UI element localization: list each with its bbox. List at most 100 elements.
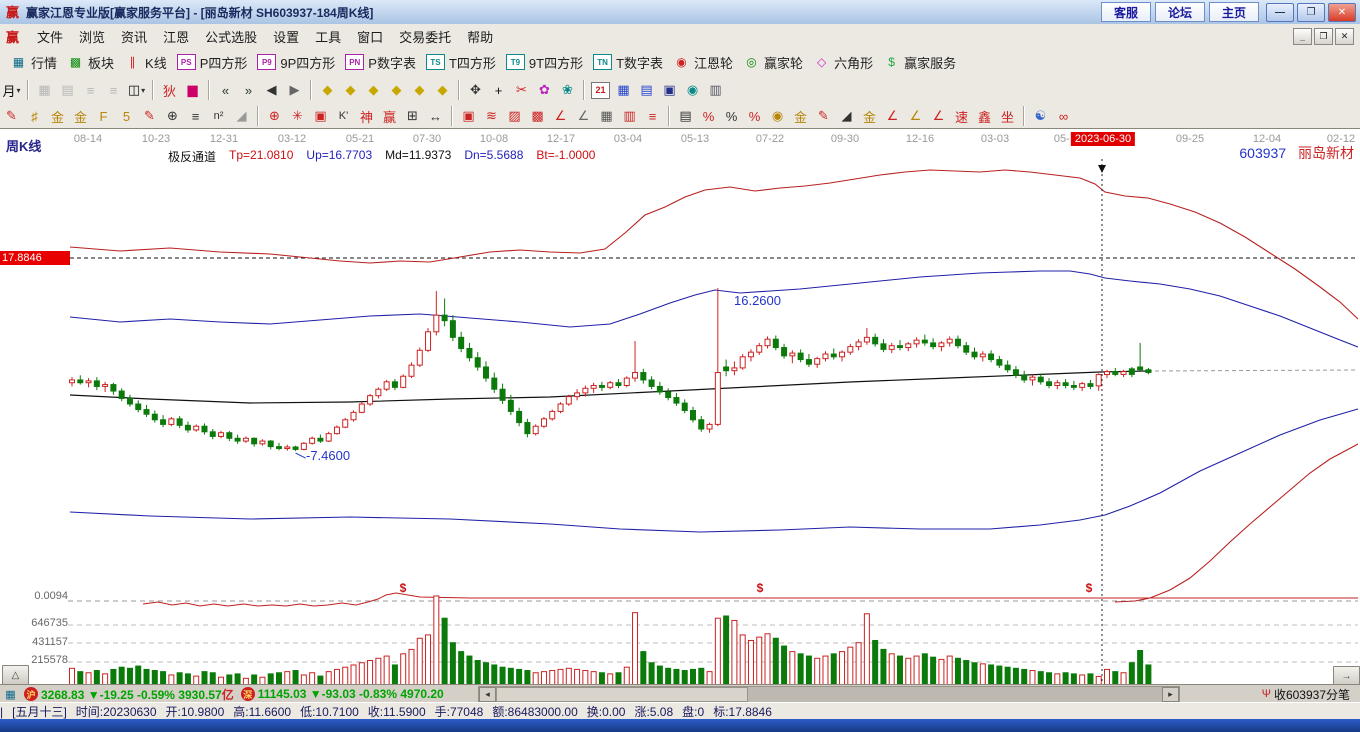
calendar-21-icon[interactable]: 21 [590, 80, 611, 100]
pct3-icon[interactable]: % [744, 106, 765, 126]
pen2-tool-icon[interactable]: ✎ [139, 106, 160, 126]
diamond-left-icon[interactable]: ◆ [317, 80, 338, 100]
chart-globe-icon[interactable]: ◉ [682, 80, 703, 100]
box-grid-icon[interactable]: ▣ [310, 106, 331, 126]
kline-chart-canvas[interactable]: $ $ $16.2600 -7.4600 [0, 129, 1360, 685]
scroll-right-button[interactable]: → [1333, 666, 1360, 686]
yinyang-icon[interactable]: ☯ [1030, 106, 1051, 126]
angle-f-icon[interactable]: ∠ [905, 106, 926, 126]
toolbar-item-T数字表[interactable]: TN T数字表 [593, 53, 663, 72]
chart-area[interactable]: $ $ $16.2600 -7.4600 08-14 10-23 12-31 03-12 05… [0, 128, 1360, 686]
menu-item-交易委托[interactable]: 交易委托 [391, 25, 459, 48]
candle-style-selector[interactable]: ◫ ▾ [126, 80, 147, 100]
menu-item-工具[interactable]: 工具 [307, 25, 349, 48]
flower-magenta-icon[interactable]: ✿ [534, 80, 555, 100]
calculator-icon[interactable]: ▦ [613, 80, 634, 100]
scrollbar-right-arrow[interactable]: ▸ [1162, 687, 1179, 702]
hand-tool-icon[interactable]: ✥ [465, 80, 486, 100]
rays-icon[interactable]: ≋ [481, 106, 502, 126]
angle-gold-icon[interactable]: ∠ [928, 106, 949, 126]
xin-icon[interactable]: 鑫 [974, 106, 995, 126]
menu-item-江恩[interactable]: 江恩 [155, 25, 197, 48]
quotes-grid-icon[interactable]: ▦ [3, 688, 18, 701]
notepad-icon[interactable]: ▤ [636, 80, 657, 100]
diamond-cross-icon[interactable]: ◆ [409, 80, 430, 100]
scissors-tool-icon[interactable]: ✂ [511, 80, 532, 100]
gold3-icon[interactable]: 金 [790, 106, 811, 126]
f-tool-icon[interactable]: F [93, 106, 114, 126]
lines2-icon[interactable]: ≡ [642, 106, 663, 126]
diamond-all-icon[interactable]: ◆ [432, 80, 453, 100]
lines-tool-icon[interactable]: ≡ [185, 106, 206, 126]
pen-tool-icon[interactable]: ✎ [1, 106, 22, 126]
mdi-restore-button[interactable]: ❐ [1314, 28, 1333, 45]
pct2-icon[interactable]: % [721, 106, 742, 126]
toolbar-item-六角形[interactable]: ◇ 六角形 [813, 53, 873, 72]
gold-1-icon[interactable]: 金 [47, 106, 68, 126]
toolbar-item-9T四方形[interactable]: T9 9T四方形 [505, 53, 583, 72]
shade1-icon[interactable]: ▨ [504, 106, 525, 126]
toolbar-item-赢家轮[interactable]: ◎ 赢家轮 [743, 53, 803, 72]
angle2-icon[interactable]: ∠ [573, 106, 594, 126]
colored-chart-icon[interactable]: ▆ [182, 80, 203, 100]
toolbar-item-板块[interactable]: ▩ 板块 [67, 53, 114, 72]
minimize-button[interactable]: — [1266, 2, 1294, 22]
toolbar-item-K线[interactable]: ∥ K线 [124, 53, 167, 72]
restore-button[interactable]: ❐ [1297, 2, 1325, 22]
crosshair-tool-icon[interactable]: + [488, 80, 509, 100]
menu-item-资讯[interactable]: 资讯 [113, 25, 155, 48]
su-icon[interactable]: 速 [951, 106, 972, 126]
gold-circle-icon[interactable]: ◉ [767, 106, 788, 126]
wedge2-icon[interactable]: ◢ [836, 106, 857, 126]
toolbar-item-行情[interactable]: ▦ 行情 [10, 53, 57, 72]
playback-last-icon[interactable]: » [238, 80, 259, 100]
gold-grid-icon[interactable]: ♯ [24, 106, 45, 126]
angle-j-icon[interactable]: ∠ [882, 106, 903, 126]
circle-grid-icon[interactable]: ⊕ [162, 106, 183, 126]
scrollbar-thumb[interactable] [496, 687, 748, 702]
toolbar-item-9P四方形[interactable]: P9 9P四方形 [257, 53, 335, 72]
ying-icon[interactable]: 赢 [379, 106, 400, 126]
diamond-h-icon[interactable]: ◆ [363, 80, 384, 100]
pct1-icon[interactable]: % [698, 106, 719, 126]
menu-item-设置[interactable]: 设置 [265, 25, 307, 48]
menu-item-文件[interactable]: 文件 [29, 25, 71, 48]
ruler-grid-icon[interactable]: ⊞ [402, 106, 423, 126]
doc-view-icon[interactable]: ▤ [57, 80, 78, 100]
bars3-icon[interactable]: ≡ [80, 80, 101, 100]
titlebar-button-1[interactable]: 客服 [1100, 2, 1151, 22]
mdi-close-button[interactable]: ✕ [1335, 28, 1354, 45]
tick-feed-status[interactable]: Ψ 收603937分笔 [1262, 686, 1350, 703]
list-tool-icon[interactable]: ▤ [675, 106, 696, 126]
toolbar-item-赢家服务[interactable]: $ 赢家服务 [883, 53, 956, 72]
scrollbar-left-arrow[interactable]: ◂ [479, 687, 496, 702]
wedge-icon[interactable]: ◢ [231, 106, 252, 126]
shade2-icon[interactable]: ▩ [527, 106, 548, 126]
diamond-right-icon[interactable]: ◆ [340, 80, 361, 100]
shen-icon[interactable]: 神 [356, 106, 377, 126]
horizontal-scrollbar[interactable]: ◂ ▸ [478, 686, 1180, 703]
bars9-icon[interactable]: ≡ [103, 80, 124, 100]
close-button[interactable]: ✕ [1328, 2, 1356, 22]
toolbar-item-江恩轮[interactable]: ◉ 江恩轮 [673, 53, 733, 72]
grid2-icon[interactable]: ▦ [596, 106, 617, 126]
infinity-icon[interactable]: ∞ [1053, 106, 1074, 126]
toolbar-item-P数字表[interactable]: PN P数字表 [345, 53, 416, 72]
menu-item-浏览[interactable]: 浏览 [71, 25, 113, 48]
angle1-icon[interactable]: ∠ [550, 106, 571, 126]
titlebar-button-3[interactable]: 主页 [1208, 2, 1259, 22]
pen3-tool-icon[interactable]: ✎ [813, 106, 834, 126]
star-grid-icon[interactable]: ✳ [287, 106, 308, 126]
gann-circle-icon[interactable]: ⊕ [264, 106, 285, 126]
toolbar-item-T四方形[interactable]: TS T四方形 [425, 53, 496, 72]
grid3-icon[interactable]: ▥ [619, 106, 640, 126]
titlebar-button-2[interactable]: 论坛 [1154, 2, 1205, 22]
printer-icon[interactable]: ▥ [705, 80, 726, 100]
menu-item-公式选股[interactable]: 公式选股 [197, 25, 265, 48]
diamond-v-icon[interactable]: ◆ [386, 80, 407, 100]
gold-2-icon[interactable]: 金 [70, 106, 91, 126]
flower-teal-icon[interactable]: ❀ [557, 80, 578, 100]
step-back-icon[interactable]: ◀ [261, 80, 282, 100]
playback-first-icon[interactable]: « [215, 80, 236, 100]
gold4-icon[interactable]: 金 [859, 106, 880, 126]
